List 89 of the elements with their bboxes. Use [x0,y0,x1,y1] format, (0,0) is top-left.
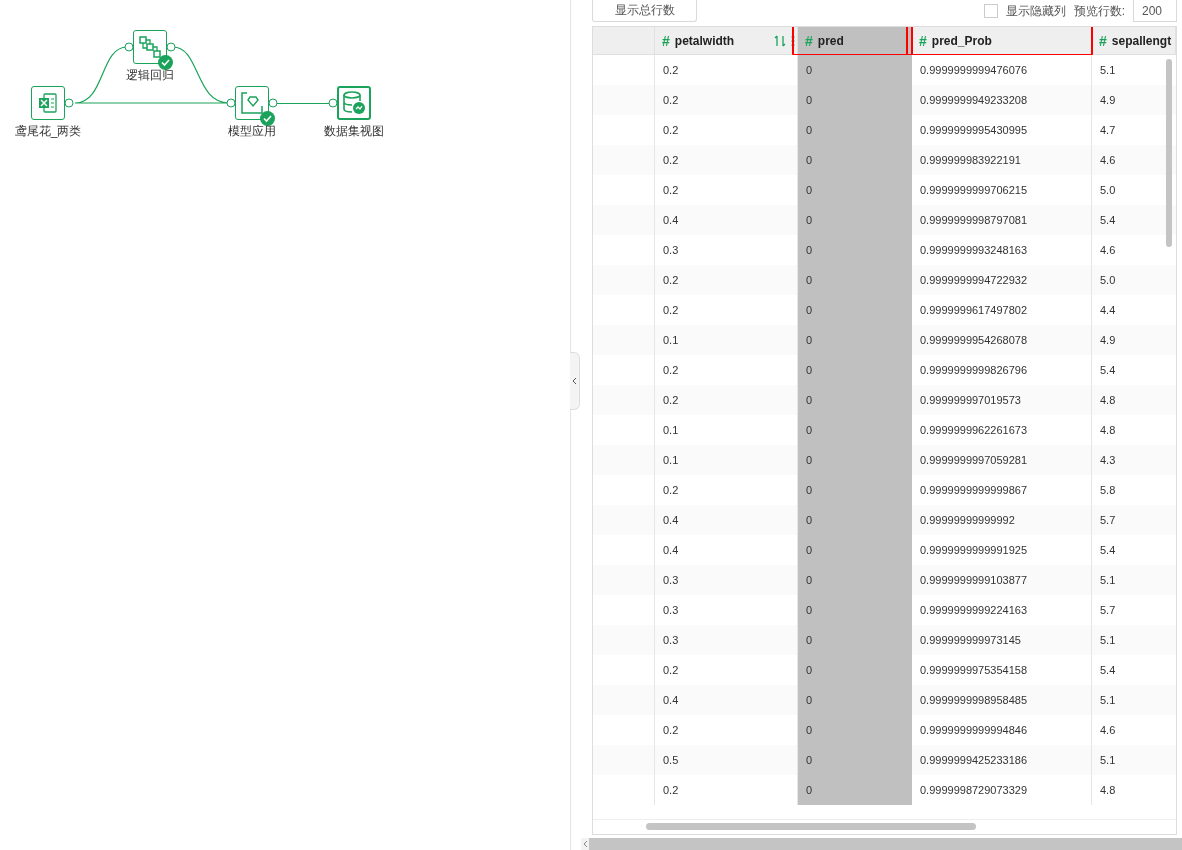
table-cell-text: 5.1 [1099,573,1117,588]
table-cell-text: 4.3 [1099,453,1117,468]
spreadsheet-icon [37,92,59,114]
column-header[interactable]: petalwidth [674,33,735,48]
show-total-rows-button[interactable]: 显示总行数 [592,0,697,22]
table-cell-text: 5.7 [1099,513,1117,528]
column-header[interactable]: pred [817,33,844,48]
flow-steps-icon [138,35,162,59]
numeric-type-mark: # [662,32,670,49]
checkbox-label: 显示隐藏列 [1005,2,1066,20]
table-cell: 0 [798,565,912,595]
flow-node[interactable] [235,86,269,120]
table-cell: 0 [798,265,912,295]
table-cell-text: 4.7 [1099,123,1117,138]
table-cell: 0 [798,145,912,175]
table-cell: 0 [798,325,912,355]
table-cell: 0 [798,505,912,535]
table-cell-text: 4.6 [1099,153,1117,168]
flow-node[interactable] [337,86,371,120]
numeric-type-mark: # [919,32,927,49]
table-cell: 0 [798,445,912,475]
table-cell-text: 5.7 [1099,603,1117,618]
table-cell-text: 5.4 [1099,213,1117,228]
table-cell: 0 [798,475,912,505]
table-cell: 0 [798,295,912,325]
gem-frame-icon [240,91,264,115]
column-header[interactable]: pred_Prob [931,33,992,48]
table-cell-text: 5.1 [1099,753,1117,768]
database-icon [341,90,367,116]
preview-rows-field[interactable]: 200 [1133,0,1177,22]
table-cell-text: 5.0 [1099,183,1117,198]
table-cell-text: 4.6 [1099,243,1117,258]
port-icon[interactable] [268,98,278,108]
checkbox[interactable] [983,4,998,18]
table-cell: 0 [798,55,912,85]
table-cell: 0 [798,535,912,565]
table-cell: 0 [798,85,912,115]
page-scrollbar[interactable] [589,838,1182,850]
preview-rows-label: 预览行数: [1073,2,1125,20]
table-cell-text: 5.4 [1099,363,1117,378]
node-label: 逻辑回归 [126,67,174,84]
table-cell: 0 [798,385,912,415]
table-cell: 0 [798,715,912,745]
node-label: 模型应用 [228,123,276,140]
vertical-scrollbar[interactable] [1166,59,1172,247]
table-cell: 0 [798,175,912,205]
table-cell-text: 4.4 [1099,303,1117,318]
flow-node[interactable] [31,86,65,120]
table-cell-text: 5.1 [1099,63,1117,78]
table-cell-text: 5.1 [1099,633,1117,648]
table-cell-text: 4.8 [1099,423,1117,438]
table-cell: 0 [798,685,912,715]
chevron-left-icon [572,377,577,385]
horizontal-scrollbar[interactable] [646,823,976,830]
table-cell-text: 5.0 [1099,273,1117,288]
table-cell: 0 [798,355,912,385]
table-cell: 0 [798,415,912,445]
chevron-left-icon[interactable] [582,840,588,848]
sort-icon[interactable] [774,34,786,47]
table-cell-text: 4.6 [1099,723,1117,738]
port-icon[interactable] [166,42,176,52]
table-cell: 0.9999998729073329 [912,775,1092,805]
node-label: 数据集视图 [324,123,384,140]
port-icon[interactable] [124,42,134,52]
table-cell: 0 [798,115,912,145]
flow-node[interactable] [133,30,167,64]
table-cell: 0 [798,625,912,655]
table-cell-text: 5.8 [1099,483,1117,498]
table-cell-text: 4.9 [1099,333,1117,348]
table-cell-text: 5.4 [1099,543,1117,558]
numeric-type-mark: # [1099,32,1107,49]
table-cell-text: 5.1 [1099,693,1117,708]
port-icon[interactable] [64,98,74,108]
table-cell-text: 4.8 [1099,783,1117,798]
table-cell: 0 [798,595,912,625]
table-cell-text: 4.8 [1099,393,1117,408]
table-cell-text: 5.4 [1099,663,1117,678]
port-icon[interactable] [328,98,338,108]
column-header[interactable]: sepallengt [1111,33,1172,48]
table-cell-text: 4.9 [1099,93,1117,108]
table-cell: 0 [798,775,912,805]
table-cell: 0 [798,745,912,775]
node-label: 鸢尾花_两类 [14,123,82,140]
port-icon[interactable] [226,98,236,108]
table-cell: 0 [798,655,912,685]
numeric-type-mark: # [805,32,813,49]
collapse-handle[interactable] [570,352,580,410]
table-cell: 0 [798,205,912,235]
table-cell: 0 [798,235,912,265]
